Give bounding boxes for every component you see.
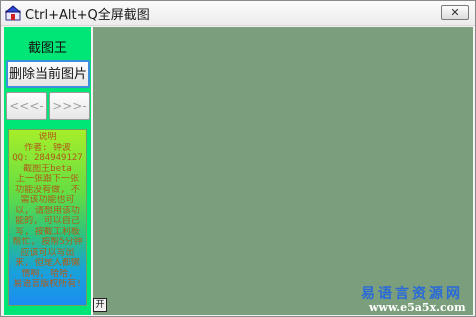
- next-image-button[interactable]: >>>-: [49, 92, 90, 120]
- info-line: 以, 请想用该功: [15, 205, 80, 216]
- close-icon: ✕: [450, 6, 460, 19]
- close-button[interactable]: ✕: [441, 5, 469, 20]
- panel-title: 截图王: [27, 41, 67, 56]
- info-line: 写, 按截工利板: [15, 226, 80, 237]
- info-line: 惰啊, 哈哈,: [21, 268, 74, 279]
- info-line: 需该功能也可: [20, 195, 75, 205]
- window-title: Ctrl+Alt+Q全屏截图: [25, 8, 150, 23]
- info-line: QQ: 284949127: [12, 153, 83, 163]
- info-line: 说明: [38, 132, 57, 142]
- toggle-icon[interactable]: 开: [93, 298, 107, 312]
- control-panel: 截图王 删除当前图片 <<<- >>>- 说明 作者: 钟波 QQ: 28494…: [4, 27, 91, 315]
- info-line: 截图王beta: [23, 163, 72, 174]
- info-textbox[interactable]: 说明 作者: 钟波 QQ: 284949127 截图王beta 上一张跟下一张 …: [8, 129, 87, 306]
- delete-image-button[interactable]: 删除当前图片: [6, 60, 90, 88]
- info-line: 帮忙, 按帮5分钟: [12, 237, 83, 247]
- info-line: 上一张跟下一张: [15, 174, 79, 184]
- title-bar[interactable]: Ctrl+Alt+Q全屏截图 ✕: [1, 1, 475, 26]
- info-line: 应该可以写出: [20, 247, 75, 258]
- watermark-url: www.e5a5x.com: [369, 301, 466, 314]
- info-line: 来, 但是人都懒: [15, 258, 80, 268]
- info-line: 作者: 钟波: [24, 142, 71, 153]
- info-line: 功能没有做, 不: [15, 184, 80, 195]
- app-window: Ctrl+Alt+Q全屏截图 ✕ 截图王 删除当前图片 <<<- >>>- 说明…: [0, 0, 476, 317]
- screenshot-canvas[interactable]: [93, 27, 473, 315]
- app-icon: [5, 5, 21, 21]
- info-line: 易语言版权所有!: [13, 279, 82, 289]
- watermark-site-name: 易语言资源网: [361, 286, 463, 302]
- previous-image-button[interactable]: <<<-: [6, 92, 47, 120]
- info-line: 能的, 可以自己: [15, 216, 80, 226]
